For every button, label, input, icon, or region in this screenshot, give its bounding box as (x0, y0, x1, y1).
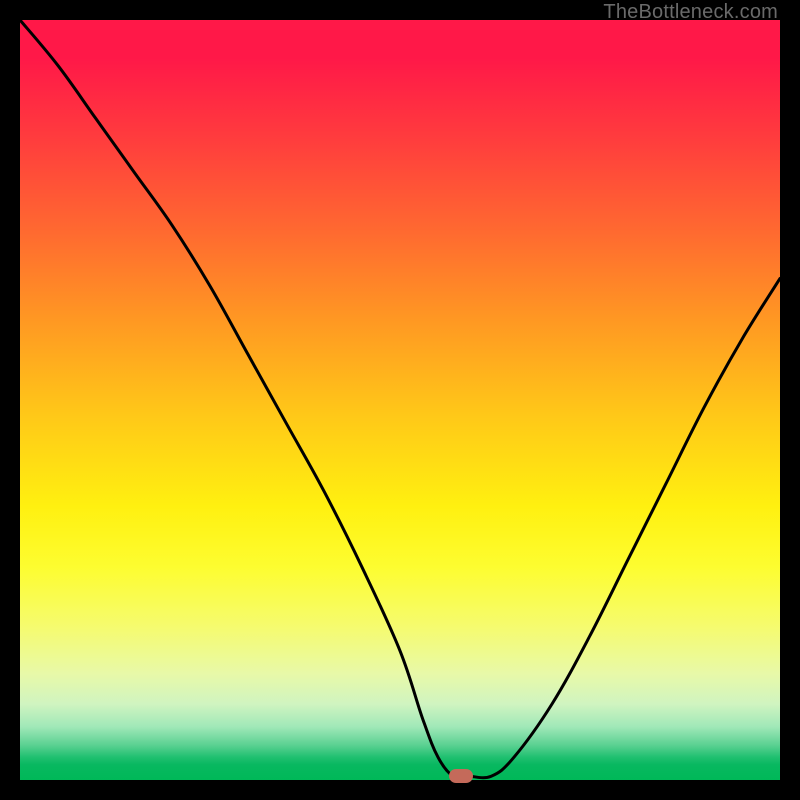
chart-frame: TheBottleneck.com (0, 0, 800, 800)
plot-area (20, 20, 780, 780)
watermark-text: TheBottleneck.com (603, 1, 778, 24)
bottleneck-curve (20, 20, 780, 780)
curve-path (20, 20, 780, 778)
optimal-marker (449, 769, 473, 783)
